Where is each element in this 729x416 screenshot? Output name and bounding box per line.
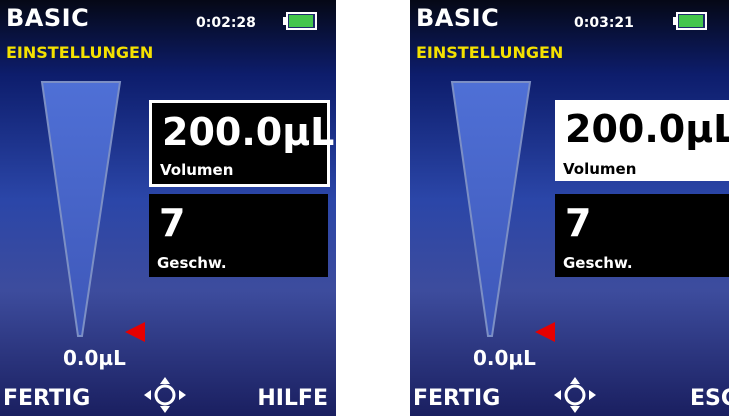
mode-title: BASIC [6,4,90,32]
battery-icon [673,12,707,30]
escape-softkey[interactable]: ESC [690,386,729,411]
level-marker-icon [535,322,555,342]
navigation-pad-icon[interactable] [553,376,597,414]
mode-title: BASIC [416,4,500,32]
done-softkey[interactable]: FERTIG [3,386,90,411]
battery-icon [283,12,317,30]
volume-label: Volumen [563,160,637,178]
pipette-tip-icon [450,81,532,337]
volume-value: 200.0µL [162,110,335,154]
elapsed-time: 0:03:21 [574,15,634,31]
menu-subtitle: EINSTELLUNGEN [416,43,564,62]
speed-setting[interactable]: 7 Geschw. [149,194,328,277]
elapsed-time: 0:02:28 [196,15,256,31]
speed-label: Geschw. [563,254,633,272]
current-volume: 0.0µL [473,346,536,370]
done-softkey[interactable]: FERTIG [413,386,500,411]
volume-label: Volumen [160,161,234,179]
current-volume: 0.0µL [63,346,126,370]
speed-value: 7 [565,201,592,245]
volume-value: 200.0µL [565,107,729,151]
device-screen-right: BASIC 0:03:21 EINSTELLUNGEN 200.0µL Volu… [410,0,729,416]
level-marker-icon [125,322,145,342]
device-screen-left: BASIC 0:02:28 EINSTELLUNGEN 200.0µL Volu… [0,0,336,416]
volume-setting[interactable]: 200.0µL Volumen [149,100,334,187]
volume-setting[interactable]: 200.0µL Volumen [555,100,729,181]
speed-value: 7 [159,201,186,245]
navigation-pad-icon[interactable] [143,376,187,414]
speed-setting[interactable]: 7 Geschw. [555,194,729,277]
help-softkey[interactable]: HILFE [257,386,328,411]
pipette-tip-icon [40,81,122,337]
speed-label: Geschw. [157,254,227,272]
menu-subtitle: EINSTELLUNGEN [6,43,154,62]
